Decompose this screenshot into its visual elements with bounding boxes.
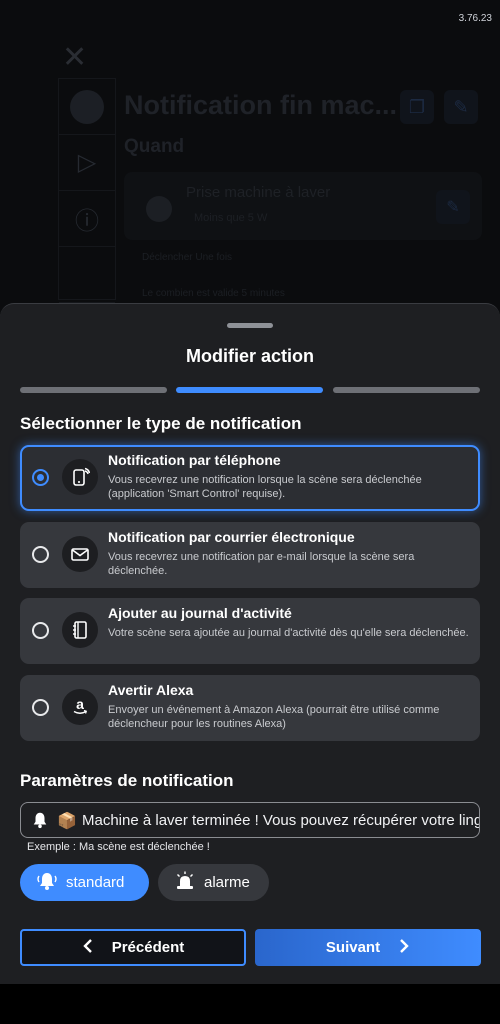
play-icon: ▷ [59,135,115,191]
previous-button[interactable]: Précédent [20,929,246,966]
background-scene-title: Notification fin mac... [124,90,398,120]
notification-params-title: Paramètres de notification [20,771,234,790]
next-button[interactable]: Suivant [255,929,481,966]
edit-icon: ✎ [444,90,478,124]
option-description: Vous recevrez une notification lorsque l… [108,474,422,500]
drag-handle[interactable] [227,323,273,328]
modify-action-sheet: Modifier action Sélectionner le type de … [0,303,500,985]
next-label: Suivant [325,939,381,956]
option-email-notification[interactable]: Notification par courrier électronique V… [20,522,480,588]
message-example: Exemple : Ma scène est déclenchée ! [27,841,210,853]
plug-icon [146,196,172,222]
trigger-condition: Moins que 5 W [194,212,268,224]
chevron-left-icon [82,938,94,958]
radio-button[interactable] [32,622,49,639]
trigger-option: Le combien est valide 5 minutes [142,288,285,299]
option-title: Ajouter au journal d'activité [108,605,292,621]
background-section-title: Quand [124,136,185,157]
radio-button[interactable] [32,546,49,563]
close-icon: ✕ [62,41,88,74]
siren-icon [174,871,196,895]
system-bottom-bar [0,984,500,1024]
chip-label: standard [66,874,125,891]
background-app: 3.76.23 ✕ ▷ ⓘ Notification fin mac... ❐ … [0,0,500,320]
phone-notification-icon [62,459,98,495]
journal-icon [62,612,98,648]
previous-label: Précédent [111,939,185,956]
svg-text:a: a [76,697,84,712]
option-description: Vous recevrez une notification par e-mai… [108,551,415,577]
background-side-rail: ▷ ⓘ [58,78,116,303]
notification-type-title: Sélectionner le type de notification [20,414,302,433]
step-indicator-2 [176,387,323,393]
trigger-option: Déclencher Une fois [142,252,233,263]
envelope-icon [62,536,98,572]
scene-avatar [70,89,104,124]
copy-icon: ❐ [400,90,434,124]
option-phone-notification[interactable]: Notification par téléphone Vous recevrez… [20,445,480,511]
notification-message-input[interactable]: 📦 Machine à laver terminée ! Vous pouvez… [20,802,480,838]
option-title: Notification par téléphone [108,452,281,468]
option-title: Avertir Alexa [108,682,194,698]
radio-button[interactable] [32,699,49,716]
background-trigger-card: Prise machine à laver Moins que 5 W ✎ [124,172,482,240]
chevron-right-icon [398,938,410,958]
step-indicator-1 [20,387,167,393]
edit-icon: ✎ [436,190,470,224]
trigger-title: Prise machine à laver [186,184,331,201]
option-title: Notification par courrier électronique [108,529,355,545]
notification-message-text: Machine à laver terminée ! Vous pouvez r… [82,812,480,829]
bell-icon [36,871,58,895]
amazon-icon: a [62,689,98,725]
sound-alarm-chip[interactable]: alarme [158,864,269,901]
info-icon: ⓘ [59,191,115,247]
sheet-title: Modifier action [185,346,314,366]
box-emoji: 📦 [57,813,77,830]
chip-label: alarme [204,874,250,891]
step-indicator-3 [333,387,480,393]
option-description: Envoyer un événement à Amazon Alexa (pou… [108,704,440,730]
option-alexa[interactable]: a Avertir Alexa Envoyer un événement à A… [20,675,480,741]
sound-standard-chip[interactable]: standard [20,864,149,901]
bell-icon [31,811,49,834]
app-version: 3.76.23 [458,13,492,24]
radio-button[interactable] [32,469,49,486]
option-description: Votre scène sera ajoutée au journal d'ac… [108,627,469,639]
option-activity-log[interactable]: Ajouter au journal d'activité Votre scèn… [20,598,480,664]
